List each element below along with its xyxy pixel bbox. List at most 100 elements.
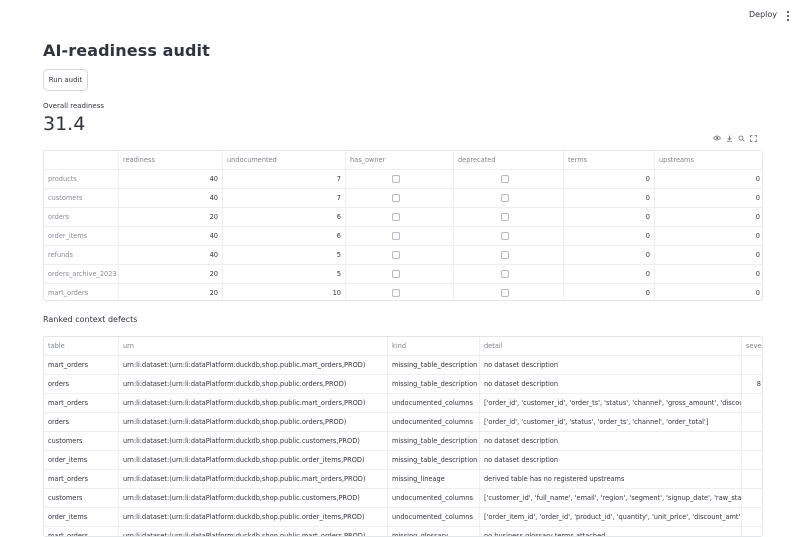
- row-index: mart_orders: [44, 284, 119, 300]
- dataframe-toolbar: [712, 133, 758, 144]
- table-row[interactable]: mart_orders urn:li:dataset:(urn:li:dataPl…: [44, 356, 762, 375]
- column-header-undocumented[interactable]: undocumented: [223, 151, 346, 170]
- column-header-has_owner[interactable]: has_owner: [346, 151, 454, 170]
- table-row[interactable]: mart_orders urn:li:dataset:(urn:li:dataPl…: [44, 527, 762, 536]
- table-row[interactable]: orders 20 6 0 0: [44, 208, 762, 227]
- readiness-cell: 40: [119, 227, 223, 246]
- deprecated-cell: [454, 170, 564, 189]
- column-header-detail[interactable]: detail: [480, 337, 742, 356]
- table-row[interactable]: order_items 40 6 0 0: [44, 227, 762, 246]
- detail-cell: no dataset description: [480, 451, 742, 470]
- deprecated-checkbox[interactable]: [501, 194, 509, 202]
- upstreams-cell: 0: [755, 289, 760, 297]
- deprecated-checkbox[interactable]: [501, 213, 509, 221]
- table-row[interactable]: orders urn:li:dataset:(urn:li:dataPlatfor…: [44, 375, 762, 394]
- table-row[interactable]: order_items urn:li:dataset:(urn:li:dataPl…: [44, 508, 762, 527]
- vertical-dots-icon[interactable]: [786, 11, 790, 21]
- readiness-table[interactable]: readiness undocumented has_owner deprecated…: [43, 150, 763, 301]
- table-row[interactable]: products 40 7 0 0: [44, 170, 762, 189]
- undocumented-cell: 10: [223, 284, 346, 300]
- column-header-upstreams[interactable]: upstreams: [655, 151, 762, 170]
- table-row[interactable]: mart_orders 20 10 0 0: [44, 284, 762, 300]
- severity-cell: [742, 432, 762, 451]
- search-icon[interactable]: [736, 133, 746, 143]
- column-header-deprecated[interactable]: deprecated: [454, 151, 564, 170]
- deprecated-cell: [454, 227, 564, 246]
- has_owner-checkbox[interactable]: [392, 270, 400, 278]
- detail-cell: no dataset description: [480, 356, 742, 375]
- table-header-row: readiness undocumented has_owner deprecated…: [44, 151, 762, 170]
- deprecated-checkbox[interactable]: [501, 232, 509, 240]
- readiness-cell: 40: [119, 189, 223, 208]
- column-header-readiness[interactable]: readiness: [119, 151, 223, 170]
- column-header-severity[interactable]: sever: [742, 337, 762, 356]
- deprecated-cell: [454, 246, 564, 265]
- has_owner-checkbox[interactable]: [392, 289, 400, 297]
- kind-cell: missing_table_description: [388, 356, 480, 375]
- has_owner-cell: [346, 265, 454, 284]
- upstreams-cell: 0: [755, 232, 760, 240]
- has_owner-checkbox[interactable]: [392, 232, 400, 240]
- detail-cell: no dataset description: [480, 432, 742, 451]
- column-header-terms[interactable]: terms: [564, 151, 655, 170]
- urn-cell: urn:li:dataset:(urn:li:dataPlatform:duck…: [119, 413, 388, 432]
- run-audit-button[interactable]: Run audit: [43, 69, 88, 91]
- deprecated-checkbox[interactable]: [501, 289, 509, 297]
- readiness-cell: 20: [119, 208, 223, 227]
- kind-cell: undocumented_columns: [388, 508, 480, 527]
- deprecated-cell: [454, 189, 564, 208]
- table-row[interactable]: orders_archive_2023 20 5 0 0: [44, 265, 762, 284]
- row-index: orders: [44, 208, 119, 227]
- upstreams-cell: 0: [755, 213, 760, 221]
- has_owner-checkbox[interactable]: [392, 251, 400, 259]
- severity-cell: 8: [742, 375, 762, 394]
- urn-cell: urn:li:dataset:(urn:li:dataPlatform:duck…: [119, 432, 388, 451]
- has_owner-checkbox[interactable]: [392, 194, 400, 202]
- table-row[interactable]: customers urn:li:dataset:(urn:li:dataPlat…: [44, 489, 762, 508]
- has_owner-checkbox[interactable]: [392, 213, 400, 221]
- top-bar: Deploy: [0, 0, 806, 32]
- deprecated-checkbox[interactable]: [501, 270, 509, 278]
- urn-cell: urn:li:dataset:(urn:li:dataPlatform:duck…: [119, 394, 388, 413]
- terms-cell: 0: [564, 246, 655, 265]
- table-row[interactable]: customers 40 7 0 0: [44, 189, 762, 208]
- row-index: refunds: [44, 246, 119, 265]
- upstreams-cell: 0: [755, 251, 760, 259]
- table-cell: order_items: [44, 508, 119, 527]
- column-header-table[interactable]: table: [44, 337, 119, 356]
- defects-table[interactable]: table urn kind detail sever mart_orders urn:li…: [43, 336, 763, 537]
- table-cell: mart_orders: [44, 527, 119, 536]
- table-row[interactable]: orders urn:li:dataset:(urn:li:dataPlatfor…: [44, 413, 762, 432]
- deploy-button[interactable]: Deploy: [749, 10, 777, 19]
- has_owner-checkbox[interactable]: [392, 175, 400, 183]
- table-row[interactable]: mart_orders urn:li:dataset:(urn:li:dataPl…: [44, 470, 762, 489]
- kind-cell: missing_lineage: [388, 470, 480, 489]
- download-icon[interactable]: [724, 133, 734, 143]
- column-header-kind[interactable]: kind: [388, 337, 480, 356]
- deprecated-checkbox[interactable]: [501, 175, 509, 183]
- table-row[interactable]: refunds 40 5 0 0: [44, 246, 762, 265]
- table-cell: mart_orders: [44, 394, 119, 413]
- table-row[interactable]: customers urn:li:dataset:(urn:li:dataPlat…: [44, 432, 762, 451]
- detail-cell: no dataset description: [480, 375, 742, 394]
- urn-cell: urn:li:dataset:(urn:li:dataPlatform:duck…: [119, 375, 388, 394]
- index-header[interactable]: [44, 151, 119, 170]
- table-cell: mart_orders: [44, 356, 119, 375]
- deprecated-checkbox[interactable]: [501, 251, 509, 259]
- severity-cell: [742, 489, 762, 508]
- readiness-cell: 40: [119, 170, 223, 189]
- column-header-urn[interactable]: urn: [119, 337, 388, 356]
- undocumented-cell: 5: [223, 246, 346, 265]
- table-row[interactable]: order_items urn:li:dataset:(urn:li:dataPl…: [44, 451, 762, 470]
- fullscreen-icon[interactable]: [748, 133, 758, 143]
- table-cell: order_items: [44, 451, 119, 470]
- row-index: orders_archive_2023: [44, 265, 119, 284]
- readiness-cell: 20: [119, 284, 223, 300]
- urn-cell: urn:li:dataset:(urn:li:dataPlatform:duck…: [119, 451, 388, 470]
- eye-icon[interactable]: [712, 133, 722, 143]
- table-header-row: table urn kind detail sever: [44, 337, 762, 356]
- detail-cell: ['customer_id', 'full_name', 'email', 'r…: [480, 489, 742, 508]
- table-row[interactable]: mart_orders urn:li:dataset:(urn:li:dataPl…: [44, 394, 762, 413]
- terms-cell: 0: [564, 265, 655, 284]
- severity-cell: [742, 394, 762, 413]
